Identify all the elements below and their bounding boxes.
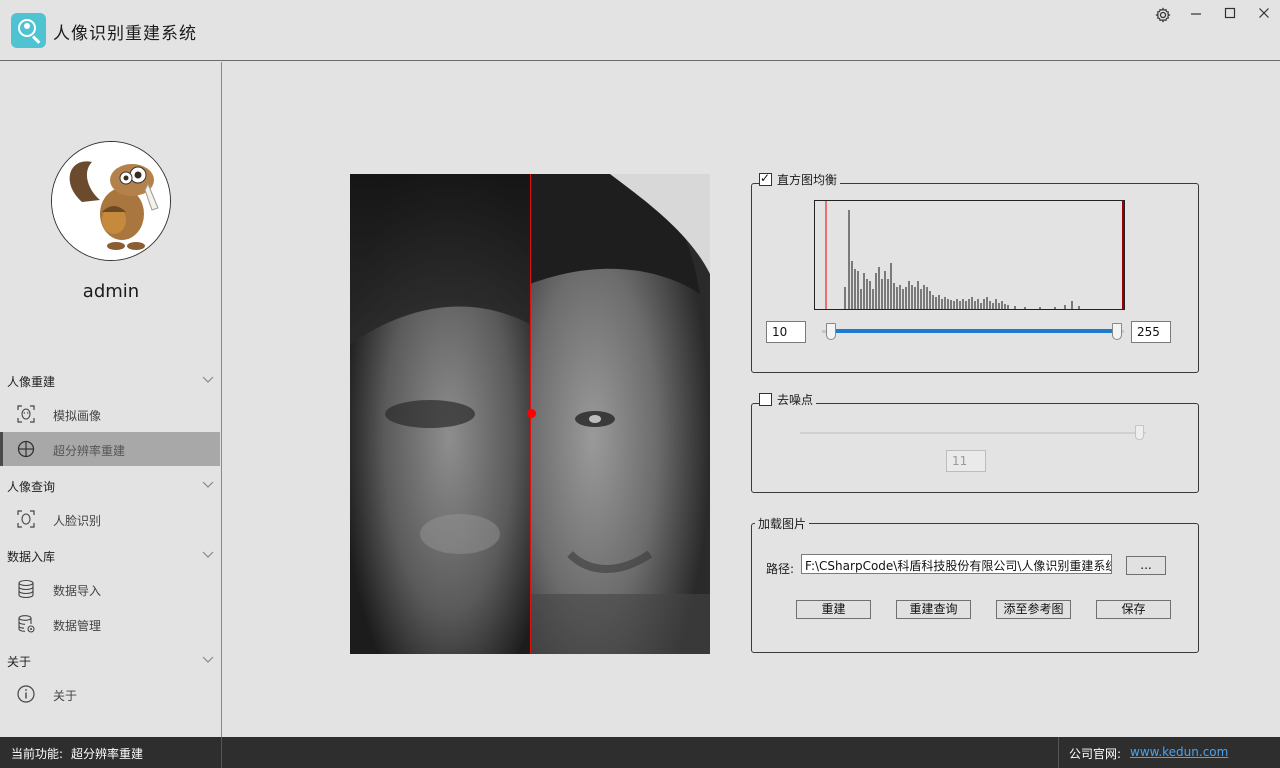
nav-group-label: 人像查询 — [7, 480, 56, 494]
sidebar-item-data-import[interactable]: 数据导入 — [0, 572, 220, 606]
rebuild-button[interactable]: 重建 — [796, 600, 871, 619]
histogram-range-slider[interactable] — [822, 322, 1124, 342]
load-image-group — [751, 523, 1199, 653]
status-current-value: 超分辨率重建 — [71, 747, 144, 761]
app-title: 人像识别重建系统 — [53, 24, 197, 44]
add-reference-button[interactable]: 添至参考图 — [996, 600, 1071, 619]
histogram-chart — [814, 200, 1125, 310]
save-button[interactable]: 保存 — [1096, 600, 1171, 619]
settings-gear-icon[interactable] — [1152, 4, 1174, 26]
histogram-min-input[interactable]: 10 — [766, 321, 806, 343]
nav-group-portrait-query[interactable]: 人像查询 — [0, 470, 222, 500]
status-current-label: 当前功能: — [11, 747, 64, 761]
sidebar-item-label: 数据导入 — [53, 584, 102, 598]
nav-group-label: 人像重建 — [7, 375, 56, 389]
sidebar-item-label: 模拟画像 — [53, 409, 102, 423]
path-label: 路径: — [766, 562, 795, 576]
avatar — [51, 141, 171, 261]
denoise-value-input[interactable]: 11 — [946, 450, 986, 472]
load-image-group-title: 加载图片 — [755, 515, 810, 532]
histogram-group-title: 直方图均衡 — [759, 171, 841, 188]
path-input[interactable]: F:\CSharpCode\科盾科技股份有限公司\人像识别重建系统 — [801, 554, 1112, 574]
histogram-checkbox[interactable] — [759, 171, 772, 186]
face-scan-icon — [17, 510, 35, 528]
nav-group-portrait-rebuild[interactable]: 人像重建 — [0, 365, 222, 395]
sidebar: admin 人像重建 模拟画像 超分辨率重建 人像查询 人脸识别 数据入库 数据… — [0, 62, 222, 737]
sidebar-item-about[interactable]: 关于 — [0, 677, 220, 711]
info-icon — [17, 685, 35, 703]
sidebar-item-label: 超分辨率重建 — [53, 444, 126, 458]
denoise-slider-thumb[interactable] — [1135, 425, 1144, 440]
database-gear-icon — [18, 615, 35, 633]
sidebar-item-label: 数据管理 — [53, 619, 102, 633]
username: admin — [82, 281, 140, 302]
status-website: 公司官网: www.kedun.com — [1058, 737, 1280, 768]
status-website-label: 公司官网: — [1069, 747, 1122, 761]
chevron-down-icon — [202, 656, 214, 663]
face-scan-icon — [17, 405, 35, 423]
globe-icon — [17, 440, 35, 458]
nav-group-about[interactable]: 关于 — [0, 645, 222, 675]
range-low-thumb[interactable] — [826, 323, 836, 340]
status-bar: 当前功能: 超分辨率重建 公司官网: www.kedun.com — [0, 737, 1280, 768]
range-high-thumb[interactable] — [1112, 323, 1122, 340]
database-icon — [18, 579, 34, 599]
histogram-max-input[interactable]: 255 — [1131, 321, 1171, 343]
split-divider-handle[interactable] — [527, 409, 536, 418]
sidebar-item-label: 人脸识别 — [53, 514, 102, 528]
close-button[interactable] — [1253, 4, 1275, 26]
sidebar-item-simulated-portrait[interactable]: 模拟画像 — [0, 397, 220, 431]
browse-button[interactable]: ... — [1126, 556, 1166, 575]
denoise-label: 去噪点 — [777, 393, 814, 407]
sidebar-item-data-management[interactable]: 数据管理 — [0, 607, 220, 641]
histogram-label: 直方图均衡 — [777, 173, 838, 187]
sidebar-item-super-resolution[interactable]: 超分辨率重建 — [0, 432, 220, 466]
denoise-group-title: 去噪点 — [759, 391, 817, 408]
nav-group-label: 关于 — [7, 655, 32, 669]
nav-group-data-import[interactable]: 数据入库 — [0, 540, 222, 570]
denoise-slider[interactable] — [800, 424, 1146, 442]
app-logo-icon — [11, 13, 46, 48]
denoise-checkbox[interactable] — [759, 393, 772, 406]
rebuild-query-button[interactable]: 重建查询 — [896, 600, 971, 619]
sidebar-item-face-recognition[interactable]: 人脸识别 — [0, 502, 220, 536]
chevron-down-icon — [202, 551, 214, 558]
website-link[interactable]: www.kedun.com — [1130, 745, 1228, 759]
title-bar: 人像识别重建系统 — [0, 0, 1280, 61]
chevron-down-icon — [202, 376, 214, 383]
denoise-group — [751, 403, 1199, 493]
maximize-button[interactable] — [1219, 4, 1241, 26]
minimize-button[interactable] — [1185, 4, 1207, 26]
chevron-down-icon — [202, 481, 214, 488]
status-current-function: 当前功能: 超分辨率重建 — [0, 737, 222, 768]
sidebar-item-label: 关于 — [53, 689, 78, 703]
nav-group-label: 数据入库 — [7, 550, 56, 564]
